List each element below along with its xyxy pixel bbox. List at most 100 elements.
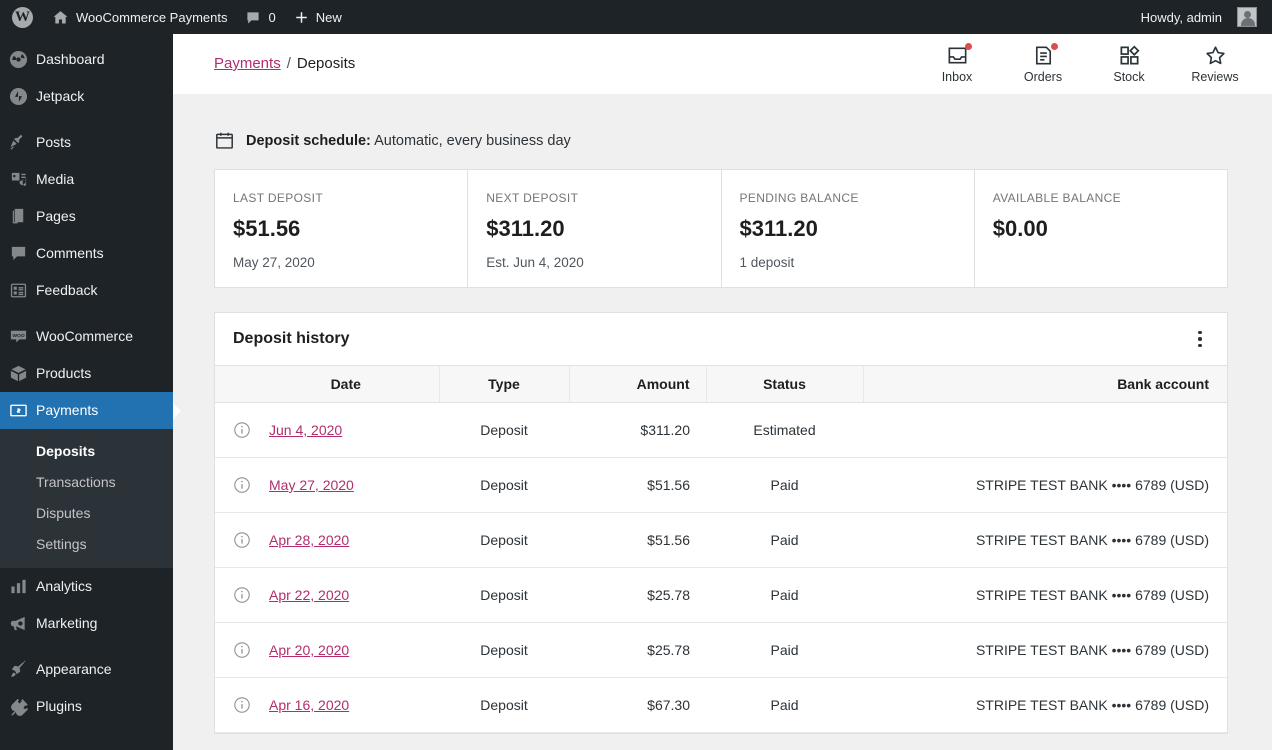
info-icon[interactable]: [233, 641, 251, 659]
row-amount-cell: $51.56: [569, 512, 706, 568]
media-icon: [0, 170, 36, 189]
deposits-table: Date Type Amount Status Bank account Jun…: [215, 365, 1227, 733]
sidebar-subitem-transactions[interactable]: Transactions: [0, 467, 173, 498]
sidebar-item-posts[interactable]: Posts: [0, 124, 173, 161]
row-type-cell: Deposit: [439, 622, 569, 678]
breadcrumb-link-payments[interactable]: Payments: [214, 55, 281, 72]
activity-tab-label: Reviews: [1191, 69, 1239, 84]
sidebar-item-dashboard[interactable]: Dashboard: [0, 41, 173, 78]
sidebar-item-label: Analytics: [36, 577, 93, 594]
my-account-menu[interactable]: Howdy, admin: [1132, 0, 1266, 34]
sidebar-item-media[interactable]: Media: [0, 161, 173, 198]
activity-tab-label: Orders: [1023, 69, 1063, 84]
summary-card-available-balance: AVAILABLE BALANCE $0.00: [975, 170, 1227, 287]
sidebar-item-analytics[interactable]: Analytics: [0, 568, 173, 605]
info-icon[interactable]: [233, 476, 251, 494]
deposit-date-link[interactable]: Apr 22, 2020: [269, 587, 349, 603]
info-icon[interactable]: [233, 531, 251, 549]
summary-card-sub: Est. Jun 4, 2020: [486, 255, 584, 270]
deposits-overview-cards: LAST DEPOSIT $51.56 May 27, 2020 NEXT DE…: [214, 169, 1228, 288]
row-info-cell: [215, 567, 253, 623]
sidebar-subitem-settings[interactable]: Settings: [0, 529, 173, 560]
summary-card-next-deposit: NEXT DEPOSIT $311.20 Est. Jun 4, 2020: [468, 170, 722, 287]
sidebar-item-comments[interactable]: Comments: [0, 235, 173, 272]
products-icon: [0, 364, 36, 383]
activity-tab-reviews[interactable]: Reviews: [1172, 34, 1258, 94]
column-header-type[interactable]: Type: [439, 365, 570, 403]
column-header-status[interactable]: Status: [706, 365, 864, 403]
summary-card-label: PENDING BALANCE: [739, 191, 859, 205]
row-date-cell: Apr 22, 2020: [253, 567, 439, 623]
row-date-cell: Jun 4, 2020: [253, 402, 439, 458]
column-header-date[interactable]: Date: [253, 365, 440, 403]
deposit-date-link[interactable]: May 27, 2020: [269, 477, 354, 493]
table-row: May 27, 2020 Deposit $51.56 Paid STRIPE …: [215, 457, 1227, 513]
row-amount-cell: $51.56: [569, 457, 706, 513]
new-label: New: [315, 9, 342, 25]
table-header-row: Date Type Amount Status Bank account: [215, 365, 1227, 403]
deposit-schedule-text: Deposit schedule: Automatic, every busin…: [246, 133, 571, 149]
sidebar-item-products[interactable]: Products: [0, 355, 173, 392]
new-content-menu[interactable]: New: [285, 0, 351, 34]
summary-card-value: $311.20: [739, 216, 818, 241]
comments-menu[interactable]: 0: [236, 0, 284, 34]
row-status-cell: Estimated: [706, 402, 863, 458]
sidebar-item-pages[interactable]: Pages: [0, 198, 173, 235]
sidebar-item-appearance[interactable]: Appearance: [0, 651, 173, 688]
row-bank-cell: STRIPE TEST BANK •••• 6789 (USD): [863, 677, 1227, 733]
row-bank-cell: STRIPE TEST BANK •••• 6789 (USD): [863, 567, 1227, 623]
row-bank-cell: STRIPE TEST BANK •••• 6789 (USD): [863, 622, 1227, 678]
deposit-date-link[interactable]: Jun 4, 2020: [269, 422, 342, 438]
sidebar-item-plugins[interactable]: Plugins: [0, 688, 173, 725]
sidebar-item-jetpack[interactable]: Jetpack: [0, 78, 173, 115]
summary-card-label: AVAILABLE BALANCE: [992, 191, 1121, 205]
sidebar-item-woocommerce[interactable]: WOO WooCommerce: [0, 318, 173, 355]
row-amount-cell: $25.78: [569, 622, 706, 678]
orders-icon: [1032, 42, 1058, 68]
admin-content-area: Payments / Deposits Inbox Orders Stock R…: [173, 34, 1272, 750]
deposit-date-link[interactable]: Apr 28, 2020: [269, 532, 349, 548]
activity-tab-inbox[interactable]: Inbox: [914, 34, 1000, 94]
wordpress-logo-icon: [12, 6, 33, 28]
sidebar-subitem-disputes[interactable]: Disputes: [0, 498, 173, 529]
payments-icon: [0, 401, 36, 420]
row-info-cell: [215, 622, 253, 678]
activity-tab-orders[interactable]: Orders: [1000, 34, 1086, 94]
breadcrumb: Payments / Deposits: [214, 55, 355, 72]
sidebar-item-payments[interactable]: Payments: [0, 392, 181, 429]
info-icon[interactable]: [233, 586, 251, 604]
inbox-icon: [946, 42, 972, 68]
sidebar-item-feedback[interactable]: Feedback: [0, 272, 173, 309]
pages-icon: [0, 207, 36, 226]
admin-bar-left: WooCommerce Payments 0 New: [0, 0, 351, 34]
sidebar-item-label: Jetpack: [36, 88, 85, 105]
sidebar-item-label: Feedback: [36, 282, 98, 299]
row-date-cell: Apr 16, 2020: [253, 677, 439, 733]
activity-tab-stock[interactable]: Stock: [1086, 34, 1172, 94]
table-row: Jun 4, 2020 Deposit $311.20 Estimated: [215, 402, 1227, 458]
deposit-date-link[interactable]: Apr 16, 2020: [269, 697, 349, 713]
row-amount-cell: $311.20: [569, 402, 706, 458]
row-type-cell: Deposit: [439, 512, 569, 568]
column-header-bank-account[interactable]: Bank account: [863, 365, 1227, 403]
column-header-amount[interactable]: Amount: [569, 365, 707, 403]
svg-text:WOO: WOO: [12, 333, 24, 339]
breadcrumb-separator: /: [286, 55, 291, 72]
jetpack-icon: [0, 87, 36, 106]
avatar: [1237, 7, 1257, 27]
deposit-date-link[interactable]: Apr 20, 2020: [269, 642, 349, 658]
deposit-history-header: Deposit history: [215, 313, 1227, 365]
sidebar-item-marketing[interactable]: Marketing: [0, 605, 173, 642]
site-name-menu[interactable]: WooCommerce Payments: [43, 0, 236, 34]
ellipsis-vertical-icon[interactable]: [1183, 322, 1217, 356]
sidebar-item-label: Plugins: [36, 697, 82, 714]
wordpress-logo-button[interactable]: [0, 6, 43, 28]
dashboard-icon: [0, 50, 36, 69]
info-icon[interactable]: [233, 696, 251, 714]
activity-tab-label: Stock: [1113, 69, 1145, 84]
wp-admin-bar: WooCommerce Payments 0 New Howdy, admin: [0, 0, 1272, 34]
sidebar-subitem-deposits[interactable]: Deposits: [0, 436, 173, 467]
info-icon[interactable]: [233, 421, 251, 439]
row-amount-cell: $67.30: [569, 677, 706, 733]
sidebar-item-label: Appearance: [36, 660, 112, 677]
